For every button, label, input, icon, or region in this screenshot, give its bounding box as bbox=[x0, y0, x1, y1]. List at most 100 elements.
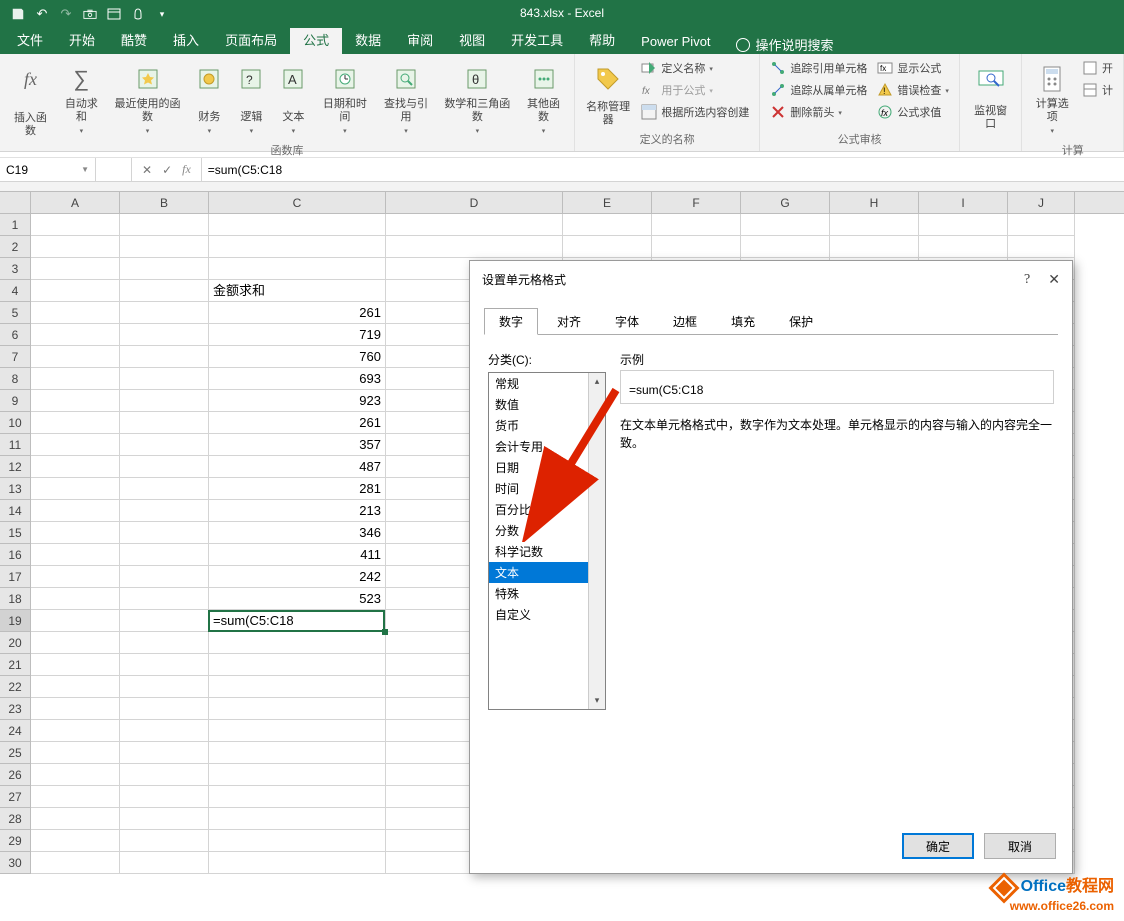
cell[interactable]: 261 bbox=[209, 412, 386, 434]
touch-mode-icon[interactable] bbox=[130, 6, 146, 22]
column-header[interactable]: I bbox=[919, 192, 1008, 213]
cell[interactable] bbox=[209, 236, 386, 258]
cell[interactable]: 261 bbox=[209, 302, 386, 324]
cell[interactable] bbox=[209, 830, 386, 852]
cell[interactable] bbox=[120, 258, 209, 280]
ok-button[interactable]: 确定 bbox=[902, 833, 974, 859]
cell[interactable] bbox=[31, 434, 120, 456]
cell[interactable] bbox=[120, 852, 209, 874]
cell[interactable] bbox=[209, 654, 386, 676]
cell[interactable] bbox=[31, 280, 120, 302]
cell[interactable] bbox=[120, 632, 209, 654]
cell[interactable] bbox=[120, 214, 209, 236]
cell[interactable] bbox=[31, 632, 120, 654]
cell[interactable] bbox=[31, 654, 120, 676]
cell[interactable] bbox=[120, 434, 209, 456]
cell[interactable]: 760 bbox=[209, 346, 386, 368]
cell[interactable] bbox=[31, 588, 120, 610]
insert-function-button[interactable]: fx 插入函数 bbox=[6, 58, 55, 140]
column-header[interactable]: E bbox=[563, 192, 652, 213]
cell[interactable]: 357 bbox=[209, 434, 386, 456]
row-header[interactable]: 7 bbox=[0, 346, 31, 368]
cell[interactable] bbox=[31, 808, 120, 830]
cell[interactable]: 金额求和 bbox=[209, 280, 386, 302]
column-header[interactable]: H bbox=[830, 192, 919, 213]
cell[interactable] bbox=[120, 566, 209, 588]
cell[interactable] bbox=[120, 610, 209, 632]
cell[interactable] bbox=[31, 676, 120, 698]
cell[interactable] bbox=[31, 236, 120, 258]
logical-button[interactable]: ? 逻辑▾ bbox=[231, 58, 271, 140]
row-header[interactable]: 12 bbox=[0, 456, 31, 478]
tell-me-search[interactable]: 操作说明搜索 bbox=[736, 35, 834, 54]
cell[interactable] bbox=[31, 544, 120, 566]
cell[interactable] bbox=[120, 456, 209, 478]
name-manager-button[interactable]: 名称管理器 bbox=[581, 58, 635, 129]
cell[interactable] bbox=[120, 368, 209, 390]
cell[interactable] bbox=[919, 214, 1008, 236]
cell[interactable] bbox=[120, 698, 209, 720]
lookup-button[interactable]: 查找与引用▾ bbox=[376, 58, 435, 140]
camera-icon[interactable] bbox=[82, 6, 98, 22]
tab-layout[interactable]: 页面布局 bbox=[212, 25, 290, 54]
row-header[interactable]: 25 bbox=[0, 742, 31, 764]
row-header[interactable]: 20 bbox=[0, 632, 31, 654]
row-header[interactable]: 27 bbox=[0, 786, 31, 808]
row-header[interactable]: 11 bbox=[0, 434, 31, 456]
column-header[interactable]: D bbox=[386, 192, 563, 213]
cell[interactable] bbox=[31, 412, 120, 434]
cell[interactable] bbox=[652, 236, 741, 258]
cell[interactable]: 213 bbox=[209, 500, 386, 522]
cell[interactable]: 487 bbox=[209, 456, 386, 478]
cell[interactable] bbox=[386, 214, 563, 236]
cell[interactable] bbox=[209, 808, 386, 830]
cell[interactable] bbox=[31, 500, 120, 522]
undo-icon[interactable]: ↶ bbox=[34, 6, 50, 22]
select-all-corner[interactable] bbox=[0, 192, 31, 213]
dialog-tab-number[interactable]: 数字 bbox=[484, 308, 538, 335]
use-in-formula-button[interactable]: fx用于公式 ▾ bbox=[637, 80, 753, 100]
row-header[interactable]: 15 bbox=[0, 522, 31, 544]
cell[interactable] bbox=[830, 236, 919, 258]
row-header[interactable]: 22 bbox=[0, 676, 31, 698]
cell[interactable] bbox=[209, 786, 386, 808]
calc-now-button[interactable]: 开 bbox=[1078, 58, 1117, 78]
cell[interactable] bbox=[120, 390, 209, 412]
formula-input[interactable]: =sum(C5:C18 bbox=[202, 158, 1124, 181]
cancel-button[interactable]: 取消 bbox=[984, 833, 1056, 859]
dialog-tab-fill[interactable]: 填充 bbox=[716, 308, 770, 335]
cell[interactable] bbox=[31, 698, 120, 720]
cell[interactable]: 693 bbox=[209, 368, 386, 390]
row-header[interactable]: 14 bbox=[0, 500, 31, 522]
cell[interactable] bbox=[31, 764, 120, 786]
tab-data[interactable]: 数据 bbox=[342, 25, 394, 54]
cell[interactable] bbox=[209, 720, 386, 742]
dialog-tab-protection[interactable]: 保护 bbox=[774, 308, 828, 335]
scrollbar[interactable]: ▴ ▾ bbox=[588, 373, 605, 709]
calc-options-button[interactable]: 计算选项▾ bbox=[1028, 58, 1076, 140]
cell[interactable] bbox=[31, 830, 120, 852]
cell[interactable] bbox=[120, 500, 209, 522]
cell[interactable] bbox=[120, 302, 209, 324]
tab-developer[interactable]: 开发工具 bbox=[498, 25, 576, 54]
cell[interactable] bbox=[830, 214, 919, 236]
row-header[interactable]: 1 bbox=[0, 214, 31, 236]
tab-powerpivot[interactable]: Power Pivot bbox=[628, 29, 723, 54]
close-icon[interactable]: ✕ bbox=[1048, 271, 1060, 288]
cell[interactable] bbox=[31, 566, 120, 588]
cell[interactable] bbox=[120, 236, 209, 258]
text-button[interactable]: A 文本▾ bbox=[273, 58, 313, 140]
cell[interactable] bbox=[120, 544, 209, 566]
cell[interactable]: 242 bbox=[209, 566, 386, 588]
cell[interactable] bbox=[120, 412, 209, 434]
cell[interactable] bbox=[120, 280, 209, 302]
error-checking-button[interactable]: !错误检查 ▾ bbox=[873, 80, 953, 100]
row-header[interactable]: 29 bbox=[0, 830, 31, 852]
tab-review[interactable]: 审阅 bbox=[394, 25, 446, 54]
chevron-down-icon[interactable]: ▼ bbox=[81, 165, 89, 174]
row-header[interactable]: 19 bbox=[0, 610, 31, 632]
cell[interactable]: 346 bbox=[209, 522, 386, 544]
row-header[interactable]: 18 bbox=[0, 588, 31, 610]
cell[interactable] bbox=[31, 852, 120, 874]
tab-insert[interactable]: 插入 bbox=[160, 25, 212, 54]
